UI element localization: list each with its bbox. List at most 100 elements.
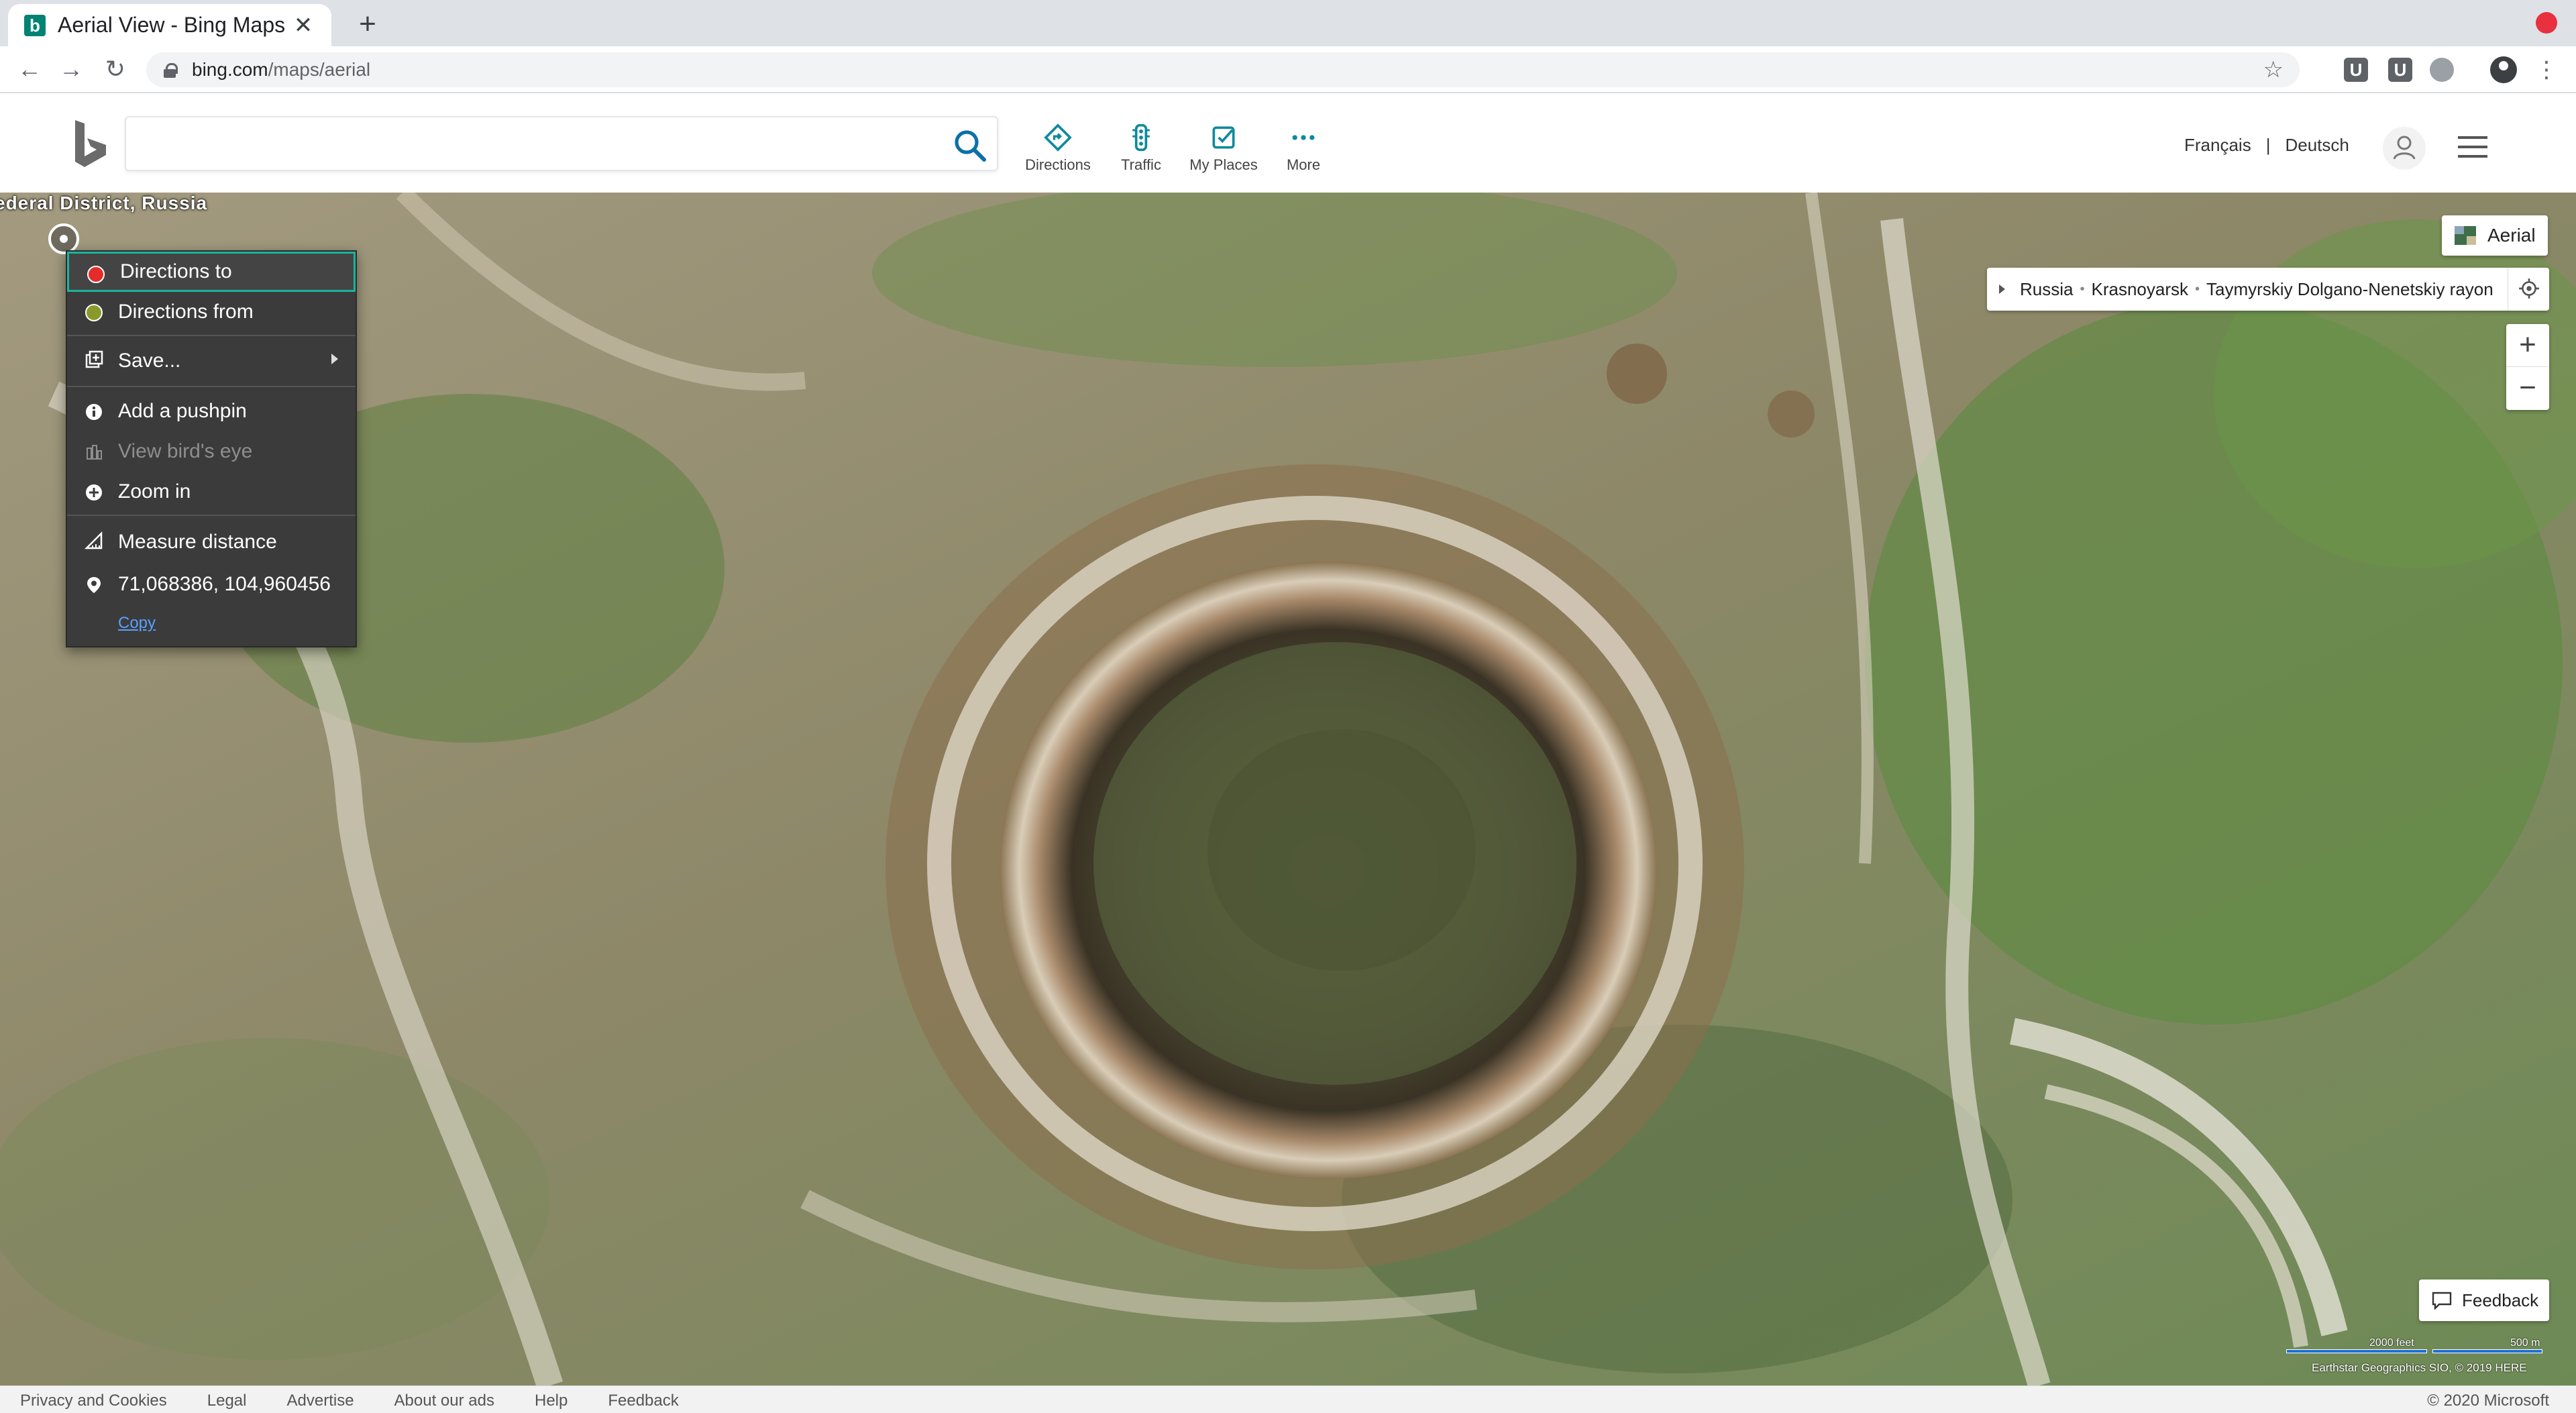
view-birds-eye-item: View bird's eye	[67, 431, 356, 472]
birds-eye-icon	[87, 445, 102, 460]
hamburger-menu-icon[interactable]	[2458, 135, 2487, 159]
bing-logo-icon[interactable]	[70, 119, 113, 172]
search-icon[interactable]	[953, 128, 987, 163]
menu-divider	[67, 335, 356, 336]
aerial-view-icon	[2455, 226, 2476, 245]
directions-to-label: Directions to	[120, 260, 232, 282]
breadcrumb-district[interactable]: Taymyrskiy Dolgano-Nenetskiy rayon	[2206, 279, 2493, 300]
address-bar[interactable]: bing.com/maps/aerial ☆	[146, 52, 2300, 87]
map-scale-bar: 2000 feet 500 m	[2281, 1337, 2549, 1364]
copy-coordinates-link[interactable]: Copy	[118, 614, 156, 633]
measure-distance-label: Measure distance	[118, 531, 277, 553]
map-style-button[interactable]: Aerial	[2442, 215, 2548, 256]
scale-label-feet: 2000 feet	[2369, 1337, 2414, 1349]
footer-link-advertise[interactable]: Advertise	[287, 1392, 354, 1410]
bing-header: Directions Traffic My Places More França…	[0, 93, 2576, 193]
location-breadcrumb: Russia • Krasnoyarsk • Taymyrskiy Dolgan…	[1987, 268, 2549, 311]
zoom-in-label: Zoom in	[118, 480, 191, 503]
extension-u-icon[interactable]: U	[2344, 58, 2368, 82]
zoom-in-button[interactable]: +	[2506, 324, 2549, 367]
more-icon	[1292, 135, 1315, 140]
browser-toolbar: ← → ↻ bing.com/maps/aerial ☆ U U ⋮	[0, 46, 2576, 93]
nav-traffic[interactable]: Traffic	[1114, 123, 1169, 176]
aerial-map[interactable]: ederal District, Russia Directions to Di…	[0, 193, 2576, 1385]
menu-divider	[67, 386, 356, 387]
save-icon	[85, 350, 103, 368]
language-links: Français | Deutsch	[2184, 135, 2349, 156]
save-item[interactable]: Save...	[67, 339, 356, 383]
close-tab-icon[interactable]: ✕	[291, 12, 315, 39]
breadcrumb-separator: •	[2195, 281, 2200, 297]
map-attribution: Earthstar Geographics SIO, © 2019 HERE	[2312, 1361, 2527, 1374]
traffic-icon	[1132, 123, 1150, 152]
nav-traffic-label: Traffic	[1121, 156, 1161, 173]
expand-triangle-icon[interactable]	[1999, 284, 2005, 294]
lock-icon	[162, 62, 178, 78]
bookmark-star-icon[interactable]: ☆	[2263, 56, 2284, 83]
locate-me-icon	[2519, 278, 2539, 299]
region-label: ederal District, Russia	[0, 193, 208, 213]
footer-link-privacy[interactable]: Privacy and Cookies	[20, 1392, 167, 1410]
my-places-icon	[1212, 126, 1235, 149]
tab-title: Aerial View - Bing Maps	[58, 13, 286, 37]
reload-icon[interactable]: ↻	[98, 52, 133, 87]
footer-link-about-ads[interactable]: About our ads	[394, 1392, 494, 1410]
back-arrow-icon[interactable]: ←	[12, 52, 47, 87]
aerial-imagery	[0, 193, 2576, 1385]
directions-from-label: Directions from	[118, 301, 254, 323]
url-path: /maps/aerial	[268, 59, 371, 80]
directions-from-item[interactable]: Directions from	[67, 292, 356, 332]
scale-bar-feet	[2286, 1349, 2427, 1353]
footer-link-feedback[interactable]: Feedback	[608, 1392, 678, 1410]
scale-label-meters: 500 m	[2510, 1337, 2540, 1349]
url-host: bing.com	[192, 59, 268, 80]
profile-icon[interactable]	[2490, 56, 2517, 83]
ruler-icon	[85, 531, 103, 550]
browser-tab[interactable]: b Aerial View - Bing Maps ✕	[8, 4, 331, 46]
coordinates-label: 71,068386, 104,960456	[118, 573, 331, 595]
new-tab-plus-icon[interactable]: +	[349, 5, 386, 43]
info-icon	[86, 404, 102, 420]
nav-my-places[interactable]: My Places	[1185, 123, 1263, 176]
bing-favicon-icon: b	[24, 14, 46, 36]
map-style-label: Aerial	[2487, 225, 2536, 246]
zoom-in-icon	[86, 484, 102, 501]
extension-globe-icon[interactable]	[2430, 58, 2454, 82]
zoom-in-item[interactable]: Zoom in	[67, 472, 356, 512]
map-feedback-button[interactable]: Feedback	[2419, 1279, 2549, 1321]
browser-menu-icon[interactable]: ⋮	[2533, 53, 2560, 87]
nav-directions-label: Directions	[1025, 156, 1091, 173]
directions-icon	[1044, 123, 1072, 152]
user-avatar-icon[interactable]	[2383, 127, 2426, 170]
add-pushpin-label: Add a pushpin	[118, 400, 247, 422]
extension-u-icon[interactable]: U	[2388, 58, 2412, 82]
footer-copyright: © 2020 Microsoft	[2427, 1392, 2549, 1410]
menu-divider	[67, 515, 356, 516]
page-footer: Privacy and Cookies Legal Advertise Abou…	[0, 1385, 2576, 1413]
nav-more[interactable]: More	[1283, 123, 1324, 176]
footer-links: Privacy and Cookies Legal Advertise Abou…	[20, 1392, 719, 1410]
breadcrumb-region[interactable]: Krasnoyarsk	[2092, 279, 2189, 300]
breadcrumb-separator: •	[2080, 281, 2085, 297]
footer-link-legal[interactable]: Legal	[207, 1392, 247, 1410]
url-text: bing.com/maps/aerial	[192, 59, 370, 81]
nav-more-label: More	[1286, 156, 1321, 173]
search-box[interactable]	[125, 116, 998, 171]
breadcrumb-country[interactable]: Russia	[2020, 279, 2073, 300]
red-dot-icon	[87, 266, 105, 283]
feedback-icon	[2432, 1292, 2452, 1310]
language-divider: |	[2265, 135, 2271, 155]
add-pushpin-item[interactable]: Add a pushpin	[67, 391, 356, 431]
locate-me-button[interactable]	[2508, 268, 2549, 311]
language-french-link[interactable]: Français	[2184, 135, 2251, 156]
search-input[interactable]	[140, 125, 931, 163]
footer-link-help[interactable]: Help	[535, 1392, 568, 1410]
coordinates-item[interactable]: 71,068386, 104,960456	[67, 564, 356, 605]
nav-directions[interactable]: Directions	[1022, 123, 1093, 176]
zoom-out-button[interactable]: −	[2506, 367, 2549, 410]
language-german-link[interactable]: Deutsch	[2285, 135, 2349, 156]
measure-distance-item[interactable]: Measure distance	[67, 520, 356, 564]
green-dot-icon	[85, 304, 103, 321]
forward-arrow-icon[interactable]: →	[54, 52, 89, 87]
directions-to-item[interactable]: Directions to	[67, 252, 356, 292]
